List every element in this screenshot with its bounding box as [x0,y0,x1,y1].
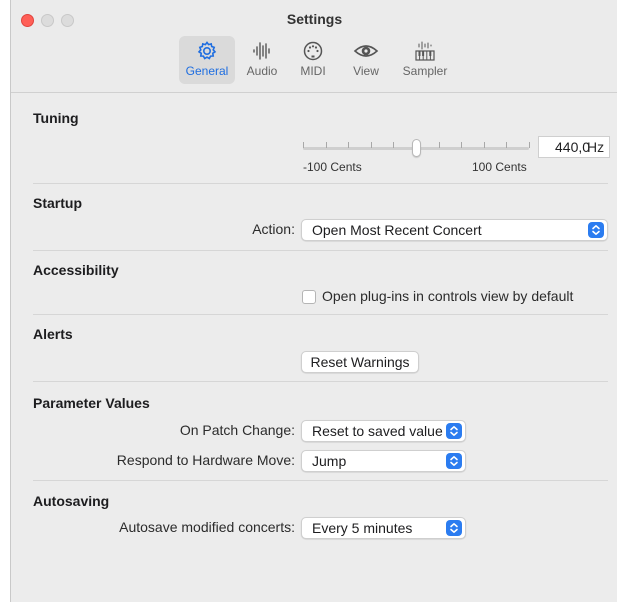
tuning-unit: Hz [587,139,605,155]
tab-view-label: View [353,64,379,78]
hardware-move-value: Jump [312,453,347,469]
tab-general[interactable]: General [179,36,235,84]
patch-change-value: Reset to saved value [312,423,443,439]
waveform-icon [253,42,270,60]
tuning-tick [439,142,440,148]
tuning-tick [348,142,349,148]
tuning-min-label: -100 Cents [303,160,362,174]
tab-sampler-label: Sampler [402,64,448,78]
autosave-label: Autosave modified concerts: [119,519,295,535]
section-divider [33,381,608,382]
tuning-slider-knob[interactable] [412,139,421,157]
section-divider [33,314,608,315]
title-bar: Settings General Audio MIDI View Sampler [11,0,617,93]
tuning-tick [326,142,327,148]
chevron-updown-icon [446,520,462,536]
tuning-tick [506,142,507,148]
tuning-tick [461,142,462,148]
settings-tabs: General Audio MIDI View Sampler [11,36,617,86]
patch-change-label: On Patch Change: [179,422,295,438]
startup-section-title: Startup [33,195,82,211]
section-divider [33,250,608,251]
tuning-frequency-value: 440,0 [555,139,591,155]
controls-view-checkbox-label: Open plug-ins in controls view by defaul… [322,288,574,304]
section-divider [33,183,608,184]
section-divider [33,480,608,481]
patch-change-popup[interactable]: Reset to saved value [301,420,466,442]
tab-audio[interactable]: Audio [240,36,284,84]
tab-audio-label: Audio [246,64,278,78]
midi-connector-icon [303,41,323,61]
tuning-tick [303,142,304,148]
tab-view[interactable]: View [344,36,388,84]
tuning-max-label: 100 Cents [472,160,527,174]
tuning-tick [371,142,372,148]
reset-warnings-button[interactable]: Reset Warnings [301,351,419,373]
accessibility-section-title: Accessibility [33,262,119,278]
chevron-updown-icon [446,453,462,469]
sampler-icon [415,41,435,61]
hardware-move-label: Respond to Hardware Move: [116,452,295,468]
autosave-interval-value: Every 5 minutes [312,520,413,536]
controls-view-checkbox[interactable] [302,290,316,304]
window-title: Settings [286,11,343,27]
settings-window: Settings General Audio MIDI View Sampler… [10,0,617,602]
tuning-tick [393,142,394,148]
startup-action-value: Open Most Recent Concert [312,222,482,238]
tab-midi-label: MIDI [300,64,326,78]
hardware-move-popup[interactable]: Jump [301,450,466,472]
autosaving-section-title: Autosaving [33,493,110,509]
startup-action-label: Action: [252,221,295,237]
autosave-interval-popup[interactable]: Every 5 minutes [301,517,466,539]
tuning-section-title: Tuning [33,110,79,126]
tab-sampler[interactable]: Sampler [397,36,453,84]
chevron-updown-icon [588,222,604,238]
startup-action-popup[interactable]: Open Most Recent Concert [301,219,608,241]
parameter-values-section-title: Parameter Values [33,395,150,411]
chevron-updown-icon [446,423,462,439]
eye-icon [353,45,379,57]
tab-general-label: General [185,64,229,78]
alerts-section-title: Alerts [33,326,73,342]
tuning-tick [484,142,485,148]
general-settings-pane: Tuning 440,0 Hz -100 Cents 100 Cents Sta… [11,93,617,602]
tuning-tick [529,142,530,148]
gear-icon [197,41,217,60]
tab-midi[interactable]: MIDI [291,36,335,84]
